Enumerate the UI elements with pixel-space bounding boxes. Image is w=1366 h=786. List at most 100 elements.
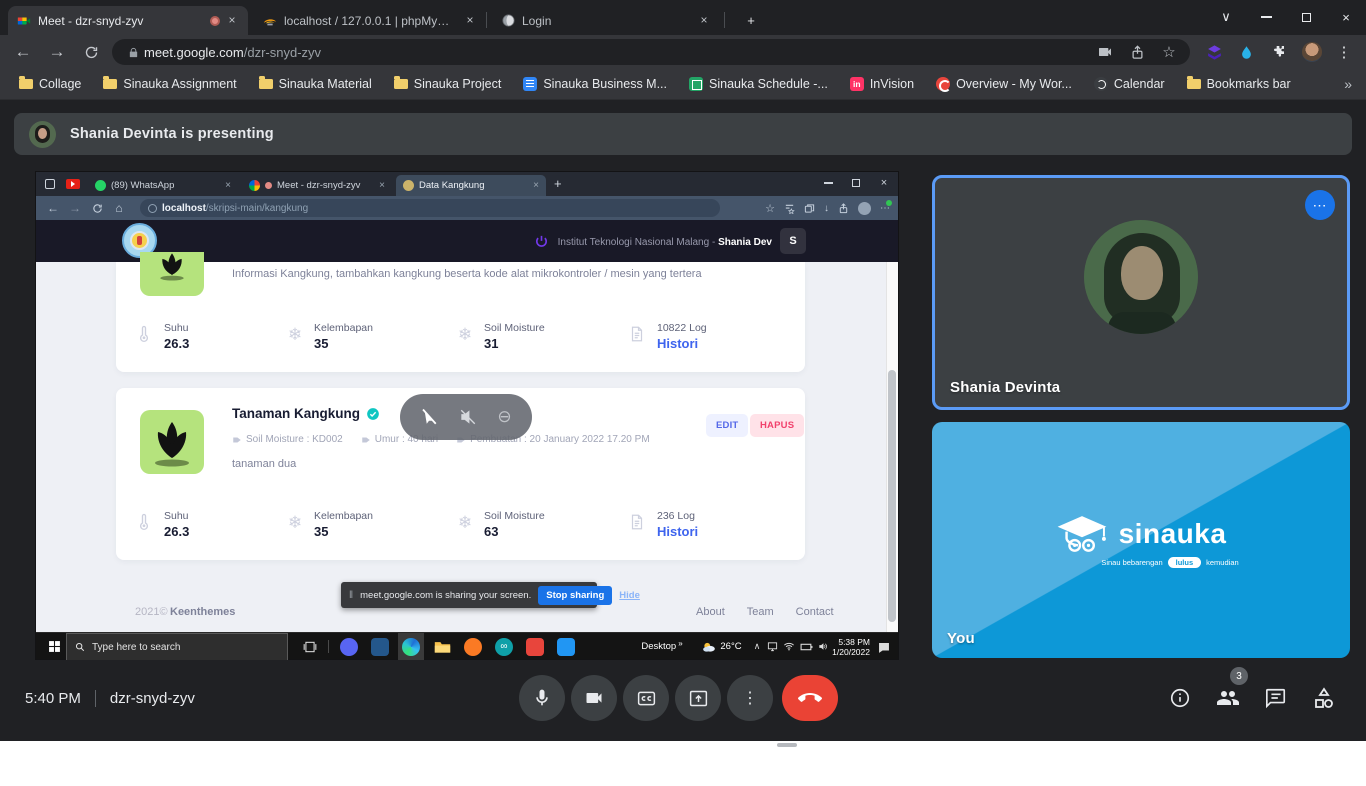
user-avatar-initial[interactable]: S — [780, 228, 806, 254]
reload-icon[interactable] — [86, 203, 108, 214]
inner-tab-whatsapp[interactable]: (89) WhatsApp × — [88, 175, 238, 196]
tile-options-icon[interactable]: ⋯ — [1305, 190, 1335, 220]
new-tab-button[interactable]: + — [554, 176, 562, 191]
profile-avatar[interactable] — [1302, 42, 1322, 62]
bookmark-star-icon[interactable]: ☆ — [1158, 43, 1180, 61]
inner-url-field[interactable]: localhost/skripsi-main/kangkung — [140, 199, 720, 217]
extension-layers-icon[interactable] — [1204, 42, 1224, 62]
restore-button[interactable] — [1286, 0, 1326, 34]
chrome-menu-icon[interactable]: ⋮ — [1334, 42, 1354, 62]
taskbar-vscode[interactable] — [553, 633, 579, 660]
close-window-button[interactable]: × — [870, 172, 898, 194]
footer-link-about[interactable]: About — [696, 606, 725, 618]
bookmark-invision[interactable]: inInVision — [841, 74, 923, 94]
taskbar-explorer[interactable] — [429, 633, 455, 660]
taskbar-vscode-insiders[interactable] — [367, 633, 393, 660]
bookmark-sinauka-schedule[interactable]: Sinauka Schedule -... — [680, 74, 837, 94]
new-tab-button[interactable]: + — [736, 6, 766, 35]
tab-actions-icon[interactable] — [45, 179, 55, 189]
inner-tab-data-kangkung[interactable]: Data Kangkung × — [396, 175, 546, 196]
tab-meet[interactable]: Meet - dzr-snyd-zyv × — [8, 6, 248, 35]
close-tab-icon[interactable]: × — [225, 180, 231, 191]
forward-icon[interactable]: → — [46, 41, 68, 63]
activities-icon[interactable] — [1312, 686, 1336, 710]
url-field[interactable]: meet.google.com/dzr-snyd-zyv ☆ — [112, 39, 1190, 65]
youtube-pinned-tab[interactable] — [66, 179, 80, 189]
extension-drop-icon[interactable] — [1236, 42, 1256, 62]
extensions-puzzle-icon[interactable] — [1268, 42, 1288, 62]
participant-tile-shania[interactable]: Shania Devinta ⋯ — [932, 175, 1350, 410]
bookmark-sinauka-material[interactable]: Sinauka Material — [250, 74, 381, 94]
histori-link[interactable]: Histori — [657, 336, 707, 351]
taskbar-search-box[interactable]: Type here to search — [66, 633, 288, 660]
bookmark-sinauka-assignment[interactable]: Sinauka Assignment — [94, 74, 245, 94]
tabs-icon[interactable] — [804, 203, 815, 214]
tray-wifi-icon[interactable] — [781, 633, 797, 660]
bookmark-overview[interactable]: Overview - My Wor... — [927, 74, 1081, 94]
volume-off-icon[interactable] — [459, 408, 477, 426]
taskbar-weather[interactable]: 26°C — [696, 633, 748, 660]
bookmark-sinauka-business[interactable]: Sinauka Business M... — [514, 74, 676, 94]
tab-phpmyadmin[interactable]: localhost / 127.0.0.1 | phpMyAdm × — [254, 6, 486, 35]
minimize-button[interactable] — [814, 172, 842, 194]
bookmarks-overflow-icon[interactable]: » — [1344, 76, 1352, 92]
meeting-details-icon[interactable] — [1168, 686, 1192, 710]
stop-sharing-button[interactable]: Stop sharing — [538, 586, 612, 605]
tray-battery-icon[interactable] — [798, 633, 814, 660]
hapus-button[interactable]: HAPUS — [750, 414, 804, 437]
captions-button[interactable] — [623, 675, 669, 721]
minimize-button[interactable] — [1246, 0, 1286, 34]
download-icon[interactable]: ↓ — [824, 203, 829, 214]
page-scrollbar-thumb[interactable] — [888, 370, 896, 622]
site-info-icon[interactable] — [148, 204, 157, 213]
edit-button[interactable]: EDIT — [706, 414, 748, 437]
forward-icon[interactable]: → — [64, 201, 86, 215]
taskbar-desktops[interactable]: Desktop» — [632, 633, 692, 660]
pointer-off-icon[interactable] — [420, 408, 438, 426]
end-call-button[interactable] — [782, 675, 838, 721]
taskbar-clock[interactable]: 5:38 PM 1/20/2022 — [824, 633, 870, 660]
inner-tab-meet[interactable]: Meet - dzr-snyd-zyv × — [242, 175, 392, 196]
hide-toast-link[interactable]: Hide — [619, 590, 640, 601]
do-not-disturb-icon[interactable]: ⊖ — [497, 407, 511, 427]
close-tab-icon[interactable]: × — [696, 13, 712, 29]
close-window-button[interactable]: × — [1326, 0, 1366, 34]
bookmark-sinauka-project[interactable]: Sinauka Project — [385, 74, 511, 94]
camera-button[interactable] — [571, 675, 617, 721]
taskbar-red-app[interactable] — [522, 633, 548, 660]
collections-icon[interactable] — [784, 203, 795, 214]
favorites-icon[interactable]: ☆ — [765, 202, 775, 215]
back-icon[interactable]: ← — [42, 201, 64, 215]
tab-login[interactable]: Login × — [492, 6, 720, 35]
histori-link[interactable]: Histori — [657, 524, 698, 539]
home-icon[interactable]: ⌂ — [108, 201, 130, 215]
close-tab-icon[interactable]: × — [533, 180, 539, 191]
share-icon[interactable] — [1126, 43, 1148, 61]
footer-link-team[interactable]: Team — [747, 606, 774, 618]
share-icon[interactable] — [838, 203, 849, 214]
participant-tile-you[interactable]: sinauka Sinau bebarengan lulus kemudian … — [932, 422, 1350, 658]
close-tab-icon[interactable]: × — [462, 13, 478, 29]
start-button[interactable] — [44, 633, 64, 660]
footer-link-contact[interactable]: Contact — [796, 606, 834, 618]
back-icon[interactable]: ← — [12, 41, 34, 63]
task-view-icon[interactable] — [298, 633, 322, 660]
bookmark-collage[interactable]: Collage — [10, 74, 90, 94]
power-icon[interactable] — [534, 234, 549, 249]
footer-brand[interactable]: Keenthemes — [170, 606, 235, 618]
taskbar-edge-active[interactable] — [398, 633, 424, 660]
bookmark-bookmarks-bar[interactable]: Bookmarks bar — [1178, 74, 1300, 94]
camera-indicator-icon[interactable] — [1094, 43, 1116, 61]
window-chevron-icon[interactable]: ∨ — [1206, 0, 1246, 34]
restore-button[interactable] — [842, 172, 870, 194]
more-options-button[interactable]: ⋮ — [727, 675, 773, 721]
taskbar-discord[interactable] — [336, 633, 362, 660]
participants-icon[interactable] — [1216, 686, 1240, 710]
present-button[interactable] — [675, 675, 721, 721]
chat-icon[interactable] — [1264, 686, 1288, 710]
tray-chevron-icon[interactable]: ∧ — [750, 633, 764, 660]
close-tab-icon[interactable]: × — [379, 180, 385, 191]
taskbar-xampp[interactable] — [460, 633, 486, 660]
hidden-taskbar-hint[interactable] — [777, 743, 797, 747]
drag-handle-icon[interactable]: ‖ — [349, 590, 353, 601]
